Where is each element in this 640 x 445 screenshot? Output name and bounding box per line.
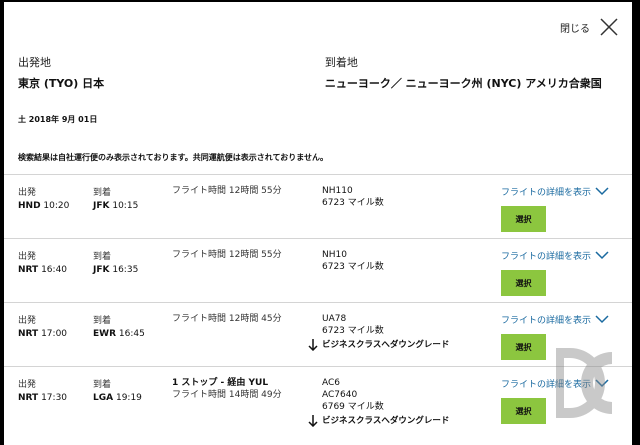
- origin-value: 東京 (TYO) 日本: [18, 77, 105, 90]
- departure-label: 出発: [18, 380, 37, 390]
- arrival-time: JFK 10:15: [93, 201, 139, 211]
- flight-row: 出発 NRT 16:40 到着 JFK 16:35 フライト時間 12時間 55…: [4, 238, 632, 302]
- chevron-down-icon: [595, 315, 609, 324]
- close-label: 閉じる: [560, 23, 590, 35]
- arrival-block: 到着 LGA 19:19: [93, 377, 142, 403]
- flight-row: 出発 NRT 17:00 到着 EWR 16:45 フライト時間 12時間 45…: [4, 302, 632, 366]
- departure-block: 出発 HND 10:20: [18, 185, 69, 211]
- departure-block: 出発 NRT 16:40: [18, 249, 67, 275]
- select-flight-button[interactable]: 選択: [501, 334, 546, 360]
- arrival-label: 到着: [93, 252, 112, 262]
- arrival-label: 到着: [93, 188, 112, 198]
- flight-number: NH110: [322, 186, 353, 196]
- destination-value: ニューヨーク／ ニューヨーク州 (NYC) アメリカ合衆国: [324, 77, 602, 90]
- downgrade-text: ビジネスクラスへダウングレード: [322, 340, 450, 350]
- flight-number: AC6: [322, 378, 341, 388]
- flight-results-list: 出発 HND 10:20 到着 JFK 10:15 フライト時間 12時間 55…: [4, 174, 632, 430]
- details-label: フライトの詳細を表示: [501, 316, 592, 326]
- flight-duration: フライト時間 14時間 49分: [172, 390, 282, 400]
- destination-block: 到着地 ニューヨーク／ ニューヨーク州 (NYC) アメリカ合衆国: [325, 54, 618, 92]
- flight-number: UA78: [322, 314, 347, 324]
- stops-info: 1 ストップ - 経由 YUL: [172, 378, 269, 388]
- flight-duration: フライト時間 12時間 55分: [172, 250, 282, 260]
- departure-time: NRT 17:30: [18, 393, 68, 403]
- select-flight-button[interactable]: 選択: [501, 206, 546, 232]
- details-label: フライトの詳細を表示: [501, 252, 592, 262]
- departure-block: 出発 NRT 17:30: [18, 377, 67, 403]
- flight-row: 出発 HND 10:20 到着 JFK 10:15 フライト時間 12時間 55…: [4, 174, 632, 238]
- departure-time: HND 10:20: [18, 201, 70, 211]
- duration-block: フライト時間 12時間 55分: [172, 185, 282, 197]
- duration-block: フライト時間 12時間 55分: [172, 249, 282, 261]
- flight-duration: フライト時間 12時間 55分: [172, 186, 282, 196]
- flight-number: NH10: [322, 250, 347, 260]
- flight-duration: フライト時間 12時間 45分: [172, 314, 282, 324]
- origin-block: 出発地 東京 (TYO) 日本: [18, 54, 325, 92]
- arrow-down-icon: [308, 339, 318, 351]
- watermark-logo-icon: [556, 348, 612, 418]
- duration-block: 1 ストップ - 経由 YUL フライト時間 14時間 49分: [172, 377, 282, 401]
- flight-info: AC6 AC7640 6769 マイル数 ビジネスクラスへダウングレード: [308, 377, 449, 427]
- origin-label: 出発地: [18, 56, 51, 69]
- flight-details-link[interactable]: フライトの詳細を表示: [501, 249, 609, 262]
- flight-info: NH110 6723 マイル数: [322, 185, 384, 209]
- flight-miles: 6723 マイル数: [322, 326, 384, 336]
- flight-miles: 6769 マイル数: [322, 402, 384, 412]
- destination-label: 到着地: [324, 56, 358, 69]
- arrival-time: LGA 19:19: [93, 393, 142, 403]
- travel-date: 土 2018年 9月 01日: [18, 115, 98, 124]
- chevron-down-icon: [595, 251, 609, 260]
- close-button[interactable]: 閉じる: [560, 18, 618, 36]
- downgrade-notice: ビジネスクラスへダウングレード: [308, 339, 449, 351]
- arrival-time: EWR 16:45: [93, 329, 145, 339]
- downgrade-notice: ビジネスクラスへダウングレード: [308, 415, 449, 427]
- select-flight-button[interactable]: 選択: [501, 270, 546, 296]
- flight-info: NH10 6723 マイル数: [322, 249, 384, 273]
- select-flight-button[interactable]: 選択: [501, 398, 546, 424]
- details-label: フライトの詳細を表示: [501, 188, 592, 198]
- results-notice: 検索結果は自社運行便のみ表示されております。共同運航便は表示されておりません。: [18, 153, 328, 162]
- flight-number: AC7640: [322, 390, 358, 400]
- departure-label: 出発: [18, 252, 37, 262]
- arrival-block: 到着 EWR 16:45: [93, 313, 145, 339]
- chevron-down-icon: [595, 187, 609, 196]
- flight-miles: 6723 マイル数: [322, 262, 384, 272]
- flight-row: 出発 NRT 17:30 到着 LGA 19:19 1 ストップ - 経由 YU…: [4, 366, 632, 430]
- arrival-block: 到着 JFK 10:15: [93, 185, 138, 211]
- flight-search-dialog: 閉じる 出発地 東京 (TYO) 日本 到着地 ニューヨーク／ ニューヨーク州 …: [4, 2, 632, 445]
- arrow-down-icon: [308, 415, 318, 427]
- flight-info: UA78 6723 マイル数 ビジネスクラスへダウングレード: [308, 313, 449, 351]
- departure-block: 出発 NRT 17:00: [18, 313, 67, 339]
- flight-details-link[interactable]: フライトの詳細を表示: [501, 185, 609, 198]
- departure-time: NRT 16:40: [18, 265, 68, 275]
- departure-label: 出発: [18, 188, 37, 198]
- arrival-label: 到着: [93, 316, 112, 326]
- arrival-label: 到着: [93, 380, 112, 390]
- duration-block: フライト時間 12時間 45分: [172, 313, 282, 325]
- arrival-block: 到着 JFK 16:35: [93, 249, 138, 275]
- close-icon[interactable]: [600, 18, 618, 36]
- flight-miles: 6723 マイル数: [322, 198, 384, 208]
- flight-details-link[interactable]: フライトの詳細を表示: [501, 313, 609, 326]
- departure-label: 出発: [18, 316, 37, 326]
- downgrade-text: ビジネスクラスへダウングレード: [322, 416, 450, 426]
- route-summary: 出発地 東京 (TYO) 日本 到着地 ニューヨーク／ ニューヨーク州 (NYC…: [18, 54, 618, 92]
- departure-time: NRT 17:00: [18, 329, 68, 339]
- arrival-time: JFK 16:35: [93, 265, 139, 275]
